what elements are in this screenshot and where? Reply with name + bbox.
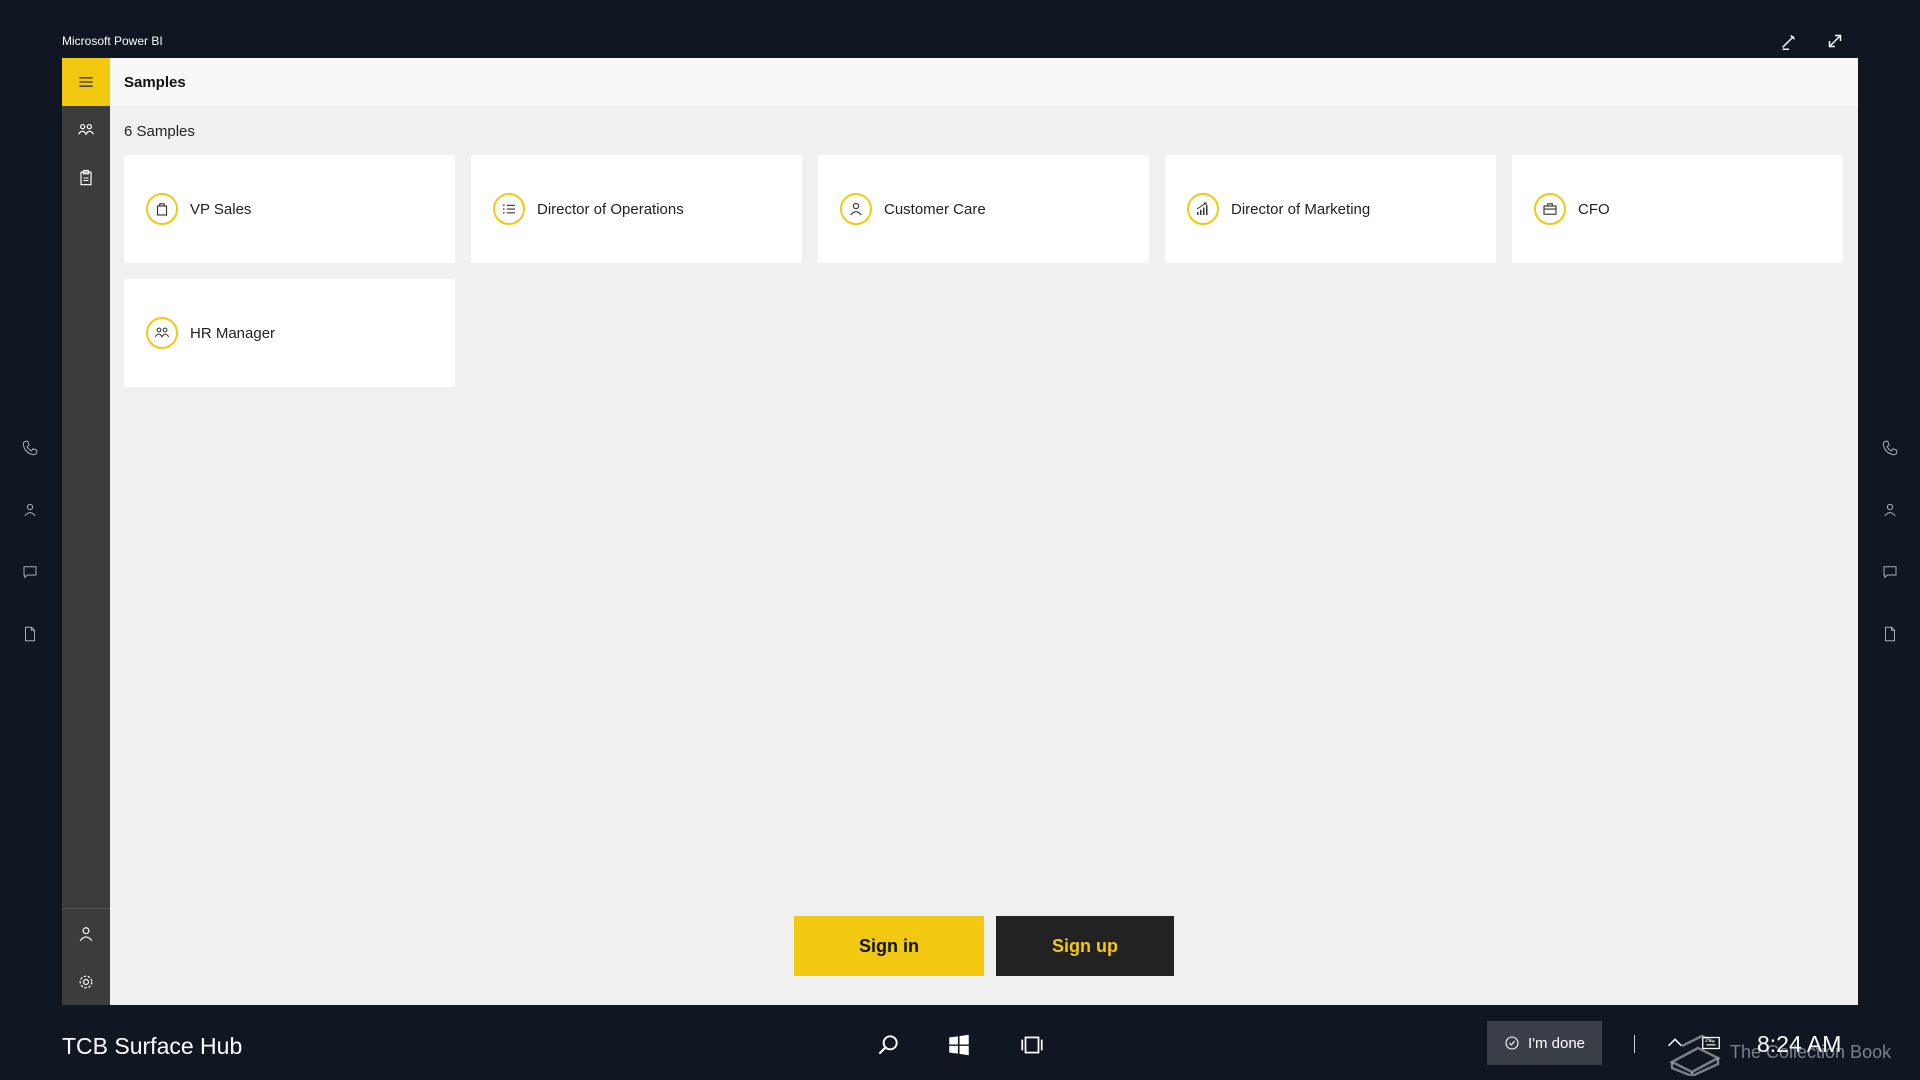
briefcase-icon: [1543, 203, 1557, 215]
sample-label: Director of Marketing: [1231, 200, 1371, 218]
taskbar: TCB Surface Hub I'm done 8:24 AM: [0, 1005, 1920, 1080]
people-icon: [154, 327, 170, 338]
search-icon: [878, 1035, 898, 1055]
windows-icon: [949, 1034, 969, 1056]
contacts-button[interactable]: [12, 492, 48, 528]
sign-in-button[interactable]: Sign in: [794, 916, 984, 976]
sample-icon-circle: [1187, 193, 1219, 225]
document-icon: [1885, 626, 1895, 642]
sample-icon-circle: [840, 193, 872, 225]
sample-tile-vp-sales[interactable]: VP Sales: [124, 155, 455, 263]
chat-button[interactable]: [12, 554, 48, 590]
sample-tile-director-of-marketing[interactable]: Director of Marketing: [1165, 155, 1496, 263]
documents-button[interactable]: [1872, 616, 1908, 652]
clipboard-icon: [80, 169, 92, 186]
shopping-bag-icon: [156, 203, 168, 216]
chat-icon: [1883, 566, 1897, 579]
taskbar-divider: [1634, 1035, 1635, 1053]
hamburger-menu-icon: [79, 77, 93, 87]
user-icon: [850, 202, 862, 216]
sample-label: HR Manager: [190, 324, 276, 342]
user-icon: [79, 927, 93, 942]
user-icon: [24, 503, 36, 517]
window-title: Microsoft Power BI: [62, 34, 163, 48]
sample-label: VP Sales: [190, 200, 252, 218]
phone-icon: [1882, 440, 1898, 456]
hamburger-menu-button[interactable]: [62, 58, 110, 106]
pen-button[interactable]: [1778, 30, 1800, 52]
pen-icon: [1782, 34, 1796, 50]
touch-keyboard-button[interactable]: [1700, 1032, 1722, 1054]
keyboard-icon: [1702, 1036, 1720, 1050]
sign-up-button[interactable]: Sign up: [996, 916, 1174, 976]
contacts-button[interactable]: [1872, 492, 1908, 528]
im-done-label: I'm done: [1527, 1034, 1586, 1052]
checklist-icon: [503, 204, 515, 214]
sample-tile-hr-manager[interactable]: HR Manager: [124, 279, 455, 387]
app-window: Samples 6 Samples VP Sales Director of O…: [62, 58, 1858, 1005]
nav-divider: [62, 908, 110, 909]
growth-chart-icon: [1196, 202, 1208, 215]
call-button[interactable]: [12, 430, 48, 466]
page-title: Samples: [124, 73, 186, 91]
expand-icon: [1828, 34, 1842, 48]
sample-icon-circle: [1534, 193, 1566, 225]
im-done-button[interactable]: I'm done: [1487, 1021, 1602, 1065]
check-circle-icon: [1505, 1036, 1519, 1050]
sample-icon-circle: [146, 317, 178, 349]
user-icon: [1884, 503, 1896, 517]
samples-count: 6 Samples: [124, 123, 195, 140]
chat-button[interactable]: [1872, 554, 1908, 590]
sample-label: Director of Operations: [537, 200, 684, 218]
samples-grid: VP Sales Director of Operations Customer…: [124, 155, 1844, 415]
sample-tile-director-of-operations[interactable]: Director of Operations: [471, 155, 802, 263]
device-name: TCB Surface Hub: [62, 1033, 243, 1059]
nav-item-clipboard[interactable]: [62, 154, 110, 202]
sample-label: Customer Care: [884, 200, 986, 218]
group-icon: [78, 124, 94, 136]
task-view-icon: [1021, 1036, 1043, 1054]
start-button[interactable]: [941, 1027, 977, 1063]
gear-icon: [79, 975, 93, 989]
sample-icon-circle: [493, 193, 525, 225]
sample-icon-circle: [146, 193, 178, 225]
documents-button[interactable]: [12, 616, 48, 652]
task-view-button[interactable]: [1014, 1027, 1050, 1063]
nav-item-group[interactable]: [62, 106, 110, 154]
expand-button[interactable]: [1824, 30, 1846, 52]
search-button[interactable]: [870, 1027, 906, 1063]
chevron-up-icon: [1668, 1038, 1682, 1047]
nav-sidebar: [62, 58, 110, 1005]
sample-tile-cfo[interactable]: CFO: [1512, 155, 1843, 263]
sample-label: CFO: [1578, 200, 1610, 218]
show-hidden-icons-button[interactable]: [1664, 1032, 1686, 1054]
call-button[interactable]: [1872, 430, 1908, 466]
clock: 8:24 AM: [1757, 1031, 1842, 1057]
chat-icon: [23, 566, 37, 579]
nav-item-account[interactable]: [62, 910, 110, 958]
sample-tile-customer-care[interactable]: Customer Care: [818, 155, 1149, 263]
document-icon: [25, 626, 35, 642]
nav-item-settings[interactable]: [62, 958, 110, 1006]
page-header: Samples: [110, 58, 1858, 106]
phone-icon: [22, 440, 38, 456]
